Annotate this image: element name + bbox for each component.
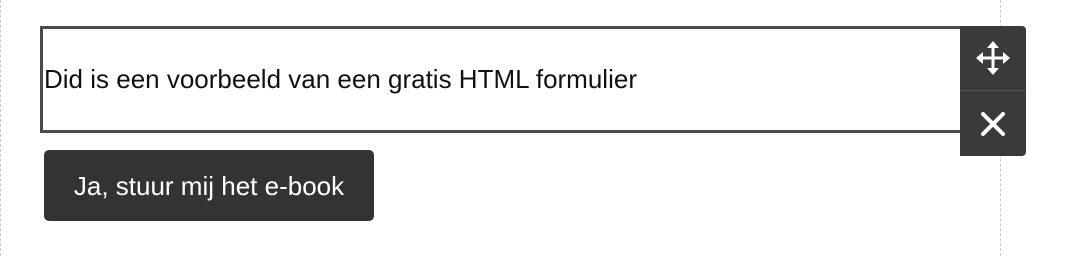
- move-block-button[interactable]: [960, 26, 1026, 90]
- block-toolbar: [960, 26, 1026, 156]
- close-icon: [981, 111, 1005, 136]
- selected-text-block[interactable]: Did is een voorbeeld van een gratis HTML…: [40, 26, 964, 133]
- move-arrows-icon: [976, 41, 1010, 75]
- text-block-content[interactable]: Did is een voorbeeld van een gratis HTML…: [43, 66, 637, 94]
- remove-block-button[interactable]: [960, 91, 1026, 156]
- ebook-submit-label: Ja, stuur mij het e-book: [73, 170, 345, 201]
- left-guide-line: [0, 0, 1, 256]
- ebook-submit-button[interactable]: Ja, stuur mij het e-book: [44, 150, 374, 221]
- form-editor-canvas: Did is een voorbeeld van een gratis HTML…: [0, 0, 1078, 256]
